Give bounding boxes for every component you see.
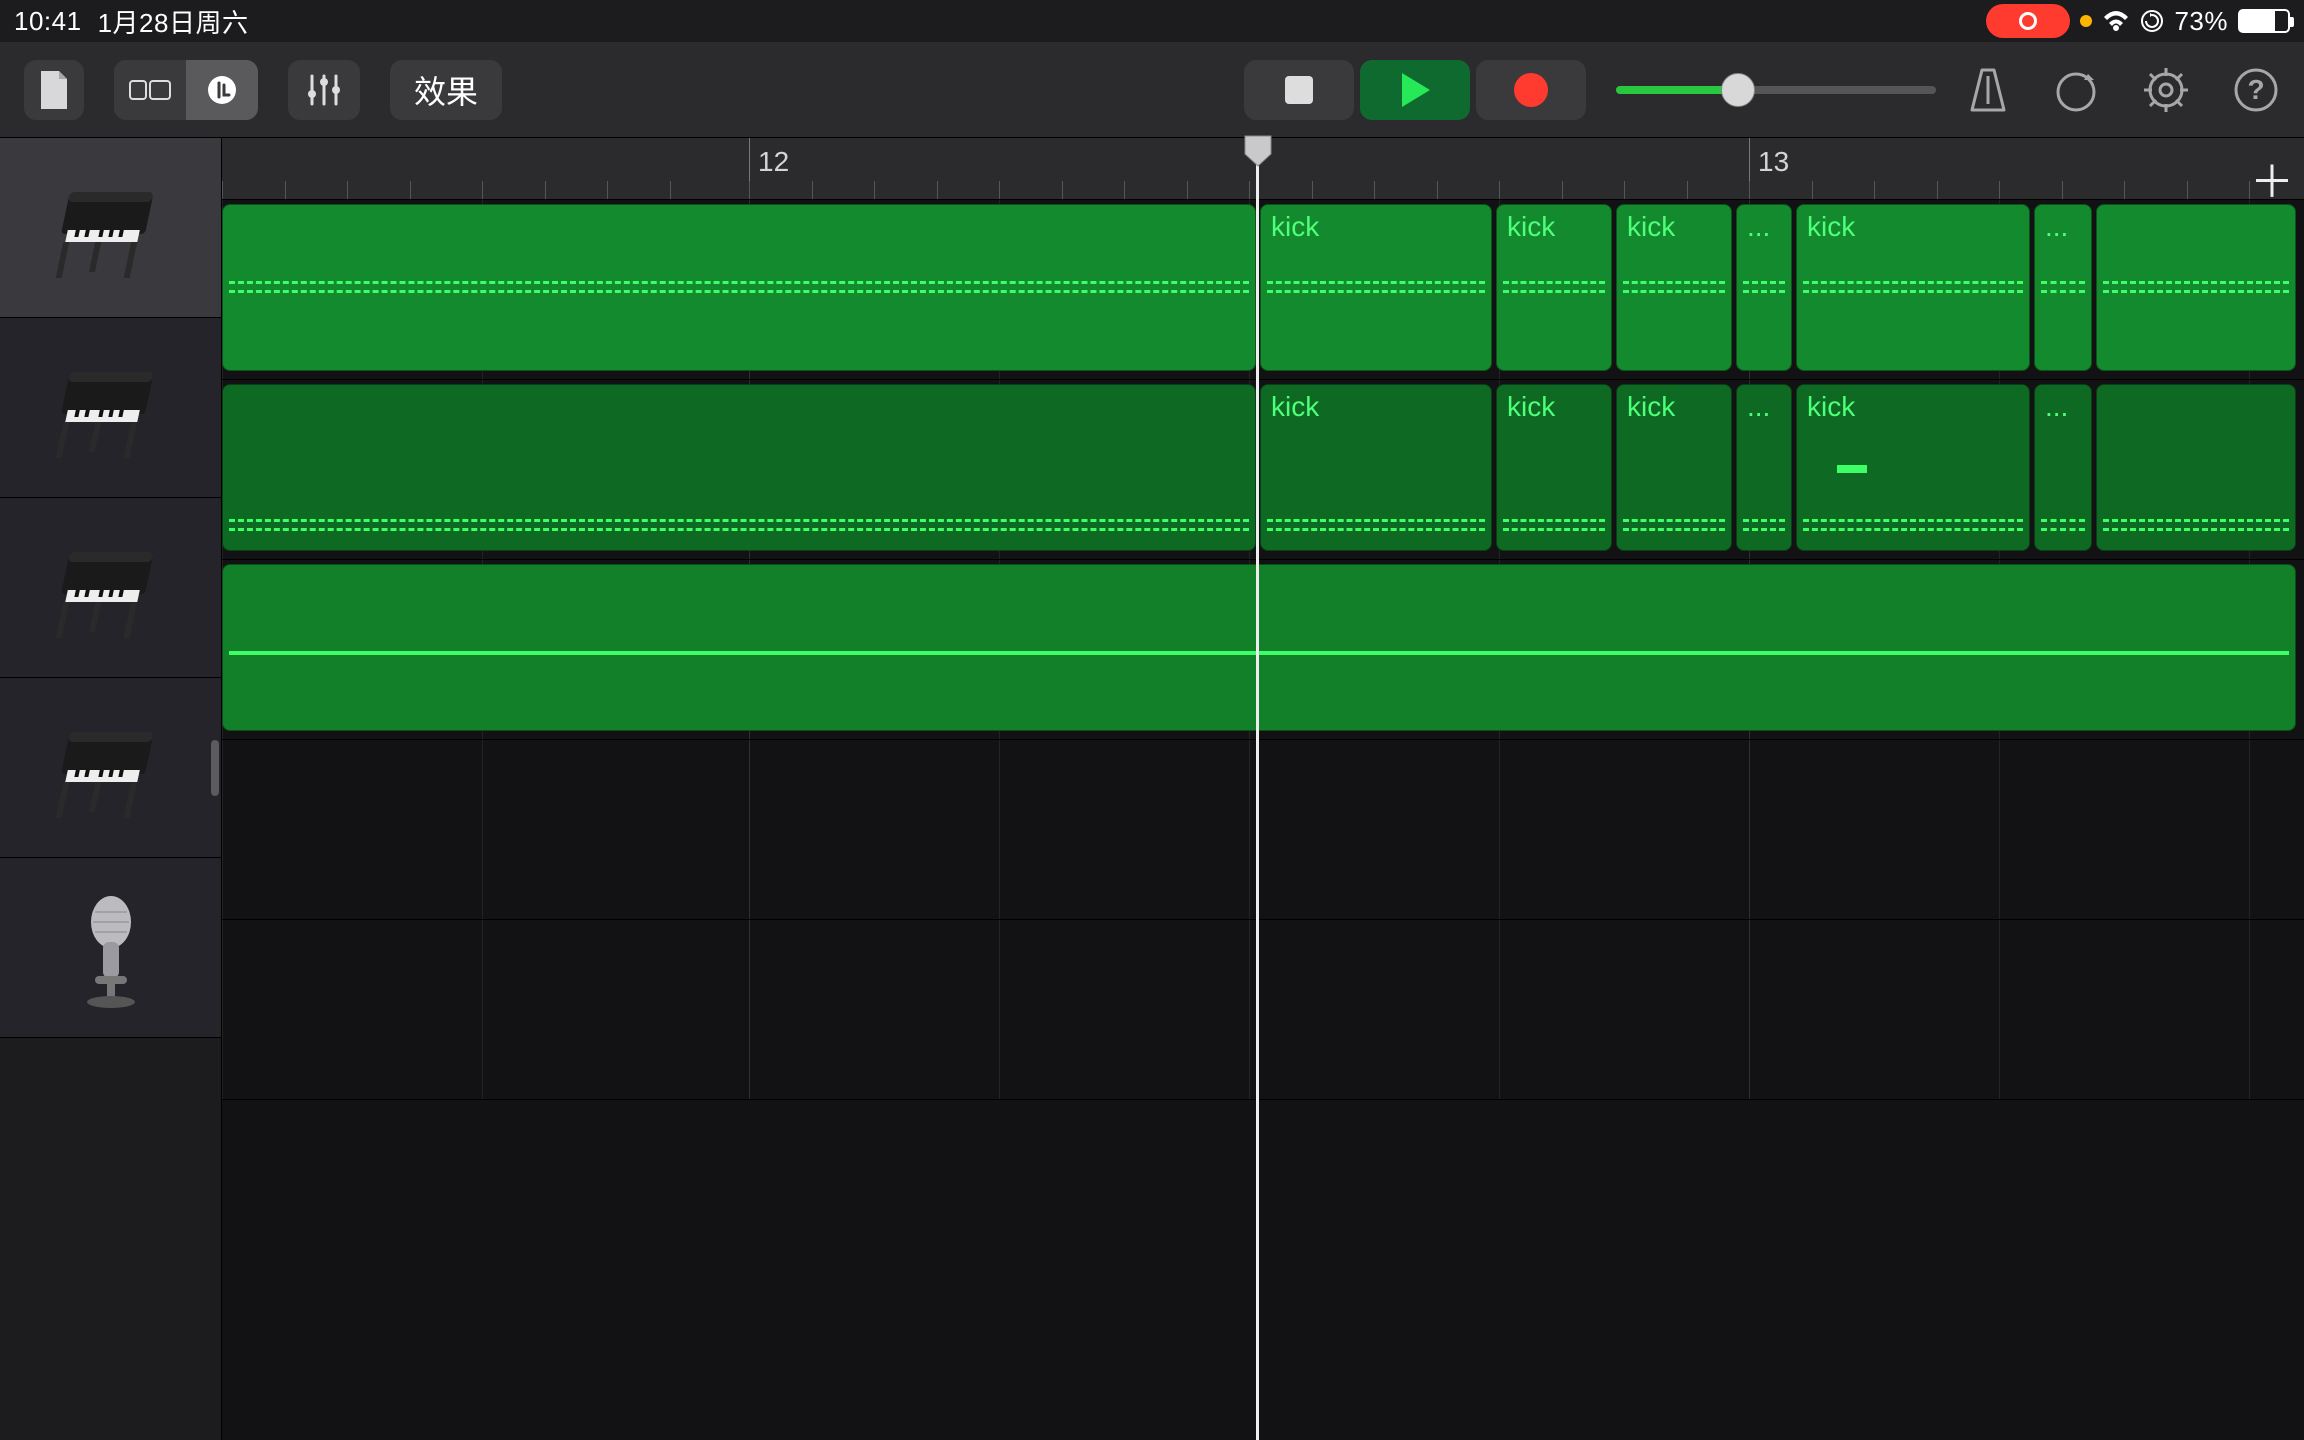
region-label: kick — [1627, 391, 1675, 423]
track-header[interactable] — [0, 678, 221, 858]
fx-button[interactable]: 效果 — [390, 60, 502, 120]
track-lane[interactable] — [222, 920, 2304, 1100]
rotation-lock-icon — [2140, 9, 2164, 33]
loop-icon[interactable] — [2052, 66, 2100, 114]
region-label: ... — [2045, 391, 2068, 423]
playhead-marker-icon[interactable] — [1243, 134, 1273, 168]
playhead[interactable] — [1256, 138, 1259, 1440]
region-label: kick — [1627, 211, 1675, 243]
tracks-view-seg[interactable] — [114, 60, 186, 120]
region-label: ... — [2045, 211, 2068, 243]
mic-in-use-dot — [2080, 15, 2092, 27]
midi-region[interactable] — [2096, 384, 2296, 551]
midi-region[interactable]: ... — [1736, 384, 1792, 551]
midi-region[interactable]: kick — [1616, 204, 1732, 371]
track-scroll-handle[interactable] — [211, 740, 219, 796]
midi-region[interactable] — [222, 204, 1256, 371]
midi-region[interactable]: kick — [1796, 204, 2030, 371]
track-header[interactable] — [0, 858, 221, 1038]
track-header[interactable] — [0, 498, 221, 678]
metronome-icon[interactable] — [1966, 66, 2010, 114]
midi-region[interactable]: kick — [1260, 204, 1492, 371]
midi-region[interactable] — [222, 384, 1256, 551]
battery-pct: 73% — [2174, 6, 2228, 37]
tracks-area[interactable]: kickkickkick...kick...kickkickkick...kic… — [222, 200, 2304, 1440]
midi-region[interactable]: ... — [1736, 204, 1792, 371]
region-label: ... — [1747, 391, 1770, 423]
help-icon[interactable]: ? — [2232, 66, 2280, 114]
settings-icon[interactable] — [2142, 66, 2190, 114]
mixer-button[interactable] — [288, 60, 360, 120]
status-date: 1月28日周六 — [98, 3, 249, 40]
status-time: 10:41 — [14, 6, 82, 37]
my-songs-button[interactable] — [24, 60, 84, 120]
record-button[interactable] — [1476, 60, 1586, 120]
workspace: ＋ 1213 kickkickkick...kick...kickkickkic… — [0, 138, 2304, 1440]
track-header[interactable] — [0, 138, 221, 318]
transport — [1244, 60, 1586, 120]
play-button[interactable] — [1360, 60, 1470, 120]
view-toggle[interactable] — [114, 60, 258, 120]
region-label: kick — [1507, 391, 1555, 423]
stop-button[interactable] — [1244, 60, 1354, 120]
screen-recording-indicator[interactable] — [1986, 4, 2070, 38]
timeline[interactable]: ＋ 1213 kickkickkick...kick...kickkickkic… — [222, 138, 2304, 1440]
track-header[interactable] — [0, 318, 221, 498]
toolbar: 效果 ? — [0, 42, 2304, 138]
region-label: kick — [1807, 211, 1855, 243]
region-label: kick — [1271, 391, 1319, 423]
master-volume-slider[interactable] — [1616, 86, 1936, 94]
midi-region[interactable]: kick — [1260, 384, 1492, 551]
track-lane[interactable] — [222, 560, 2304, 740]
region-label: kick — [1507, 211, 1555, 243]
battery-icon — [2238, 9, 2290, 33]
region-label: ... — [1747, 211, 1770, 243]
track-lane[interactable]: kick kick kick... kick... — [222, 200, 2304, 380]
status-bar: 10:41 1月28日周六 73% — [0, 0, 2304, 42]
track-controls-seg[interactable] — [186, 60, 258, 120]
midi-region[interactable]: kick — [1616, 384, 1732, 551]
midi-region[interactable]: kick — [1796, 384, 2030, 551]
midi-region[interactable] — [222, 564, 2296, 731]
region-label: kick — [1807, 391, 1855, 423]
midi-region[interactable]: kick — [1496, 384, 1612, 551]
midi-region[interactable]: ... — [2034, 384, 2092, 551]
wifi-icon — [2102, 9, 2130, 33]
track-lane[interactable] — [222, 740, 2304, 920]
ruler-bar-number: 12 — [758, 146, 789, 178]
region-label: kick — [1271, 211, 1319, 243]
midi-region[interactable]: ... — [2034, 204, 2092, 371]
midi-region[interactable]: kick — [1496, 204, 1612, 371]
track-lane[interactable]: kick kick kick... kick... — [222, 380, 2304, 560]
ruler-bar-number: 13 — [1758, 146, 1789, 178]
track-headers — [0, 138, 222, 1440]
svg-text:?: ? — [2247, 74, 2264, 105]
midi-region[interactable] — [2096, 204, 2296, 371]
